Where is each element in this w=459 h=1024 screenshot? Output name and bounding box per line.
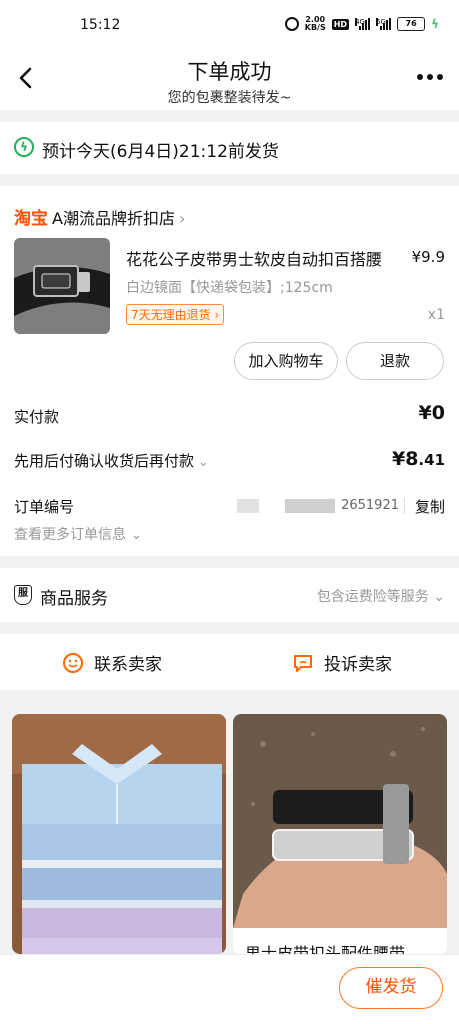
- refund-button[interactable]: 退款: [346, 342, 444, 380]
- charging-icon: ϟ: [431, 17, 439, 31]
- pay-later-toggle[interactable]: 先用后付确认收货后再付款 ⌄: [14, 450, 209, 471]
- pay-later-decimal: .41: [418, 451, 445, 469]
- pay-later-currency: ¥: [391, 448, 406, 470]
- return-policy-text: 7天无理由退货: [131, 308, 211, 322]
- alarm-icon: [284, 17, 299, 31]
- pay-later-integer: 8: [405, 448, 419, 470]
- network-speed: 2.00 KB/S: [305, 16, 326, 32]
- redacted-block: [285, 498, 336, 513]
- signal-icon-2: 5G: [376, 18, 392, 30]
- taobao-logo: 淘宝: [14, 209, 48, 229]
- product-service-row[interactable]: 服 商品服务 包含运费险等服务 ⌄: [0, 568, 459, 622]
- bottom-bar: 催发货: [0, 954, 459, 1024]
- recommendations: 男士皮带扣头配件腰带: [0, 700, 459, 954]
- pay-later-label: 先用后付确认收货后再付款: [14, 452, 195, 470]
- battery-icon: 76: [397, 17, 426, 31]
- service-shield-icon: 服: [14, 585, 32, 605]
- redacted-block: [237, 498, 260, 513]
- chevron-down-icon: ⌄: [198, 455, 209, 470]
- product-quantity: x1: [427, 307, 445, 323]
- recommendation-card[interactable]: 男士皮带扣头配件腰带: [233, 714, 447, 954]
- recommendation-card[interactable]: [12, 714, 226, 954]
- page-header: 下单成功 您的包裹整装待发~: [0, 50, 459, 110]
- more-order-info-link[interactable]: 查看更多订单信息 ⌄: [14, 524, 142, 544]
- service-value: 包含运费险等服务 ⌄: [316, 589, 445, 605]
- more-icon[interactable]: [417, 74, 443, 80]
- network-speed-unit: KB/S: [304, 23, 326, 32]
- more-order-info-text: 查看更多订单信息: [14, 527, 126, 543]
- contact-seller-button[interactable]: 联系卖家: [62, 650, 162, 675]
- page-subtitle: 您的包裹整装待发~: [167, 90, 292, 106]
- order-number-value: 2651921: [237, 498, 399, 513]
- shipping-estimate: ϟ 预计今天(6月4日)21:12前发货: [0, 122, 459, 174]
- signal-tag-4g: 4G: [355, 18, 365, 26]
- contact-seller-label: 联系卖家: [94, 655, 162, 675]
- shop-link[interactable]: 淘宝 A潮流品牌折扣店 ›: [14, 204, 185, 229]
- order-card: 淘宝 A潮流品牌折扣店 › 花花公子皮带男士软皮自动扣百搭腰 ¥9.9 白边镜面…: [0, 186, 459, 556]
- complain-seller-label: 投诉卖家: [324, 655, 392, 675]
- lightning-icon: ϟ: [14, 137, 34, 157]
- product-image[interactable]: [14, 238, 110, 334]
- battery-percent: 76: [405, 19, 417, 28]
- add-to-cart-button[interactable]: 加入购物车: [234, 342, 338, 380]
- recommendation-caption: 男士皮带扣头配件腰带: [245, 944, 406, 954]
- chevron-right-icon: ›: [178, 209, 186, 228]
- service-value-text: 包含运费险等服务: [316, 589, 429, 605]
- order-number-label: 订单编号: [14, 498, 75, 516]
- complain-seller-button[interactable]: 投诉卖家: [292, 650, 392, 675]
- signal-icon: 4G: [355, 18, 371, 30]
- belt-buckle-image: [233, 714, 447, 928]
- product-title[interactable]: 花花公子皮带男士软皮自动扣百搭腰: [126, 246, 382, 270]
- copy-button[interactable]: 复制: [415, 496, 445, 517]
- shirt-image: [12, 714, 226, 954]
- hd-badge: HD: [331, 18, 350, 30]
- paid-amount: ¥0: [418, 402, 445, 424]
- shipping-text: 预计今天(6月4日)21:12前发货: [42, 142, 279, 162]
- service-label: 商品服务: [40, 589, 108, 609]
- signal-tag-5g: 5G: [376, 18, 386, 26]
- product-sku: 白边镜面【快递袋包装】;125cm: [126, 280, 333, 296]
- shop-name: A潮流品牌折扣店: [52, 209, 175, 228]
- return-policy-badge[interactable]: 7天无理由退货 ›: [126, 304, 225, 325]
- smile-face-icon: [63, 652, 83, 673]
- status-bar: 15:12 2.00 KB/S HD 4G 5G 76 ϟ: [0, 0, 459, 50]
- status-icons: 2.00 KB/S HD 4G 5G 76 ϟ: [284, 16, 439, 32]
- product-price: ¥9.9: [411, 248, 445, 266]
- divider: [404, 498, 405, 514]
- contact-row: 联系卖家 投诉卖家: [0, 634, 459, 690]
- page-title: 下单成功: [187, 60, 272, 84]
- urge-shipping-button[interactable]: 催发货: [339, 967, 443, 1009]
- order-number-text: 2651921: [341, 498, 399, 513]
- complaint-icon: [294, 654, 312, 672]
- status-time: 15:12: [80, 17, 121, 33]
- pay-later-amount: ¥8.41: [392, 448, 445, 470]
- paid-label: 实付款: [14, 408, 60, 426]
